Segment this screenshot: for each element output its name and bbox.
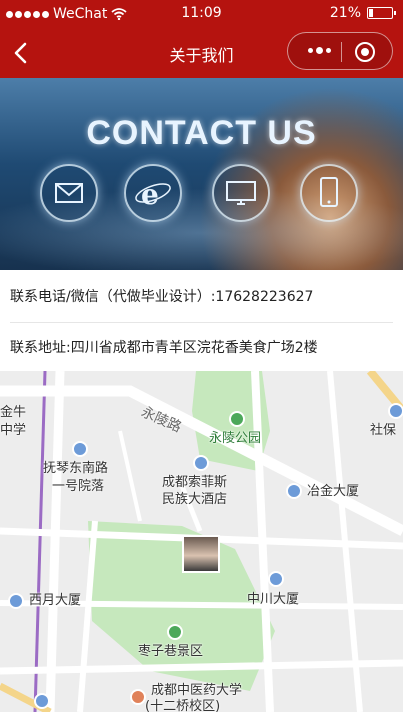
battery-icon [367,7,396,19]
map-label-tcm-univ: 成都中医药大学 [151,683,243,698]
building-poi-icon[interactable] [268,571,284,587]
map-label-tcm-campus: (十二桥校区) [145,699,221,712]
battery-percent: 21% [329,5,361,21]
battery-status: 21% [329,5,396,21]
poi-marker-icon[interactable] [72,441,88,457]
map-label-shebao: 社保 [370,423,397,438]
phone-icon [300,164,358,222]
contact-banner: CONTACT US e [0,78,403,270]
navigation-bar: 关于我们 [0,28,403,78]
map-label-zaozixiang: 枣子巷景区 [138,644,204,659]
map-label-yihao-yuan: 一号院落 [52,479,105,494]
building-poi-icon[interactable] [8,593,24,609]
svg-text:e: e [141,178,159,211]
map-label-zhongchuan: 中川大厦 [247,592,300,607]
hotel-poi-icon[interactable] [193,455,209,471]
scenic-poi-icon[interactable] [167,624,183,640]
map-label-xiyue: 西月大厦 [29,593,82,608]
contact-phone: 联系电话/微信（代做毕业设计）:17628223627 [10,270,393,323]
browser-icon: e [124,164,182,222]
location-map[interactable]: 金牛 中学 永陵路 永陵公园 社保 抚琴东南路 一号院落 成都索菲斯 民族大酒店… [0,371,403,712]
map-label-jinniu: 金牛 [0,405,27,420]
map-label-fuqin-road: 抚琴东南路 [43,461,109,476]
poi-marker-icon[interactable] [388,403,403,419]
monitor-icon [212,164,270,222]
building-poi-icon[interactable] [286,483,302,499]
capsule-divider [341,42,342,62]
miniprogram-capsule [287,32,393,70]
map-label-sofitel-2: 民族大酒店 [162,492,228,507]
school-poi-icon[interactable] [130,689,146,705]
banner-headline: CONTACT US [86,114,317,152]
map-label-yejin: 冶金大厦 [307,484,360,499]
mail-icon [40,164,98,222]
location-avatar-marker[interactable] [182,535,220,573]
contact-info: 联系电话/微信（代做毕业设计）:17628223627 联系地址:四川省成都市青… [0,270,403,371]
map-label-zhongxue: 中学 [0,423,27,438]
map-label-sofitel-1: 成都索菲斯 [162,475,228,490]
map-label-yongling-park: 永陵公园 [209,431,262,446]
poi-marker-icon[interactable] [34,693,50,709]
status-bar: WeChat 11:09 21% [0,0,403,28]
park-poi-icon[interactable] [229,411,245,427]
close-miniprogram-icon[interactable] [355,42,375,62]
contact-address: 联系地址:四川省成都市青羊区浣花香美食广场2楼 [10,340,318,356]
more-icon[interactable] [308,47,331,54]
